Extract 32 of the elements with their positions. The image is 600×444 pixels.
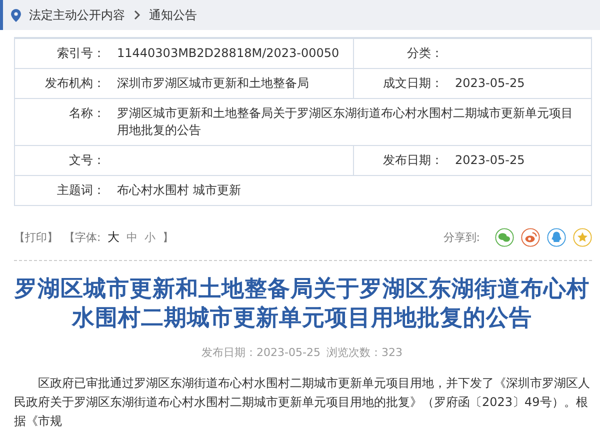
- field-label: 名称：: [69, 106, 105, 120]
- article-meta: 发布日期：2023-05-25: [202, 345, 320, 360]
- weibo-icon[interactable]: [521, 228, 540, 246]
- field-label: 发布机构：: [45, 76, 105, 90]
- font-size-option[interactable]: 大: [108, 228, 120, 246]
- field-value: 11440303MB2D28818M/2023-00050: [117, 46, 340, 60]
- chevron-icon: [133, 10, 141, 20]
- field-value: 深圳市罗湖区城市更新和土地整备局: [117, 76, 309, 90]
- font-size-label: 【字体:: [64, 230, 101, 244]
- article-paragraph: 区政府已审批通过罗湖区东湖街道布心村水围村二期城市更新单元项目用地，并下发了《深圳市罗湖区人民政府关于罗湖区东湖街道布心村水围村二期城市更新单元项目用地的批复》（罗府函〔2023〕49号）。根据《市规: [14, 375, 590, 430]
- breadcrumb-link[interactable]: 法定主动公开内容: [29, 6, 125, 24]
- field-value: 2023-05-25: [455, 76, 525, 90]
- breadcrumb-link[interactable]: 通知公告: [149, 6, 197, 24]
- field-label: 分类：: [407, 46, 443, 60]
- field-value: 布心村水围村 城市更新: [117, 183, 241, 197]
- article-title: 罗湖区城市更新和土地整备局关于罗湖区东湖街道布心村水围村二期城市更新单元项目用地批复的公告: [14, 275, 590, 333]
- field-label: 索引号：: [57, 46, 105, 60]
- field-label: 成文日期：: [383, 76, 443, 90]
- penguin-icon[interactable]: [547, 228, 566, 246]
- print-link[interactable]: 【打印】: [14, 230, 58, 244]
- field-label: 发布日期：: [383, 153, 443, 167]
- field-label: 主题词：: [57, 183, 105, 197]
- article-meta: 浏览次数：323: [326, 345, 402, 360]
- field-label: 文号：: [69, 153, 105, 167]
- share-label: 分享到:: [443, 230, 480, 244]
- wechat-icon[interactable]: [495, 228, 514, 246]
- bracket: 】: [162, 230, 174, 244]
- font-size-option[interactable]: 中: [126, 230, 138, 244]
- location-pin-icon: [11, 8, 21, 22]
- field-value: 罗湖区城市更新和土地整备局关于罗湖区东湖街道布心村水围村二期城市更新单元项目用地批复的公告: [117, 106, 573, 137]
- field-value: 2023-05-25: [455, 153, 525, 167]
- font-size-option[interactable]: 小: [144, 230, 156, 244]
